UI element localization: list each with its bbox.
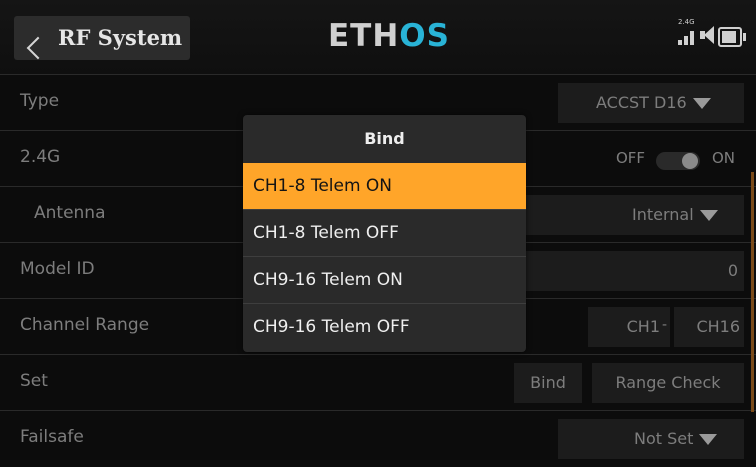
band-toggle[interactable]: [656, 152, 700, 170]
back-button[interactable]: RF System: [14, 16, 190, 60]
band-label: 2.4G: [678, 18, 695, 26]
failsafe-row: Failsafe Not Set: [0, 410, 756, 467]
model-id-label: Model ID: [20, 259, 95, 279]
triangle-down-icon: [699, 210, 718, 221]
scrollbar[interactable]: [751, 172, 754, 412]
range-check-button[interactable]: Range Check: [592, 363, 744, 403]
failsafe-value: Not Set: [634, 429, 694, 448]
channel-range-label: Channel Range: [20, 315, 150, 335]
toggle-off-label: OFF: [616, 149, 646, 167]
type-value: ACCST D16: [596, 93, 687, 112]
antenna-value: Internal: [632, 205, 694, 224]
failsafe-dropdown[interactable]: Not Set: [558, 419, 744, 459]
failsafe-label: Failsafe: [20, 427, 84, 447]
bind-button-label: Bind: [530, 373, 566, 392]
range-check-label: Range Check: [615, 373, 721, 392]
bind-dialog: Bind CH1-8 Telem ON CH1-8 Telem OFF CH9-…: [243, 115, 526, 352]
status-icons: 2.4G: [678, 18, 746, 54]
channel-start-value: CH1: [626, 317, 660, 336]
type-label: Type: [20, 91, 60, 111]
antenna-dropdown[interactable]: Internal: [526, 195, 744, 235]
model-id-field[interactable]: 0: [526, 251, 744, 291]
antenna-label: Antenna: [34, 203, 106, 223]
bind-option-ch1-8-telem-on[interactable]: CH1-8 Telem ON: [243, 163, 526, 209]
chevron-left-icon: [26, 36, 50, 60]
logo-text-accent: OS: [399, 18, 450, 54]
set-row: Set Bind Range Check: [0, 354, 756, 411]
logo-text-main: ETH: [328, 18, 400, 54]
battery-icon: [718, 27, 746, 47]
dialog-title: Bind: [364, 129, 405, 148]
set-label: Set: [20, 371, 48, 391]
ethos-logo: ETHOS: [328, 18, 450, 54]
channel-start-field[interactable]: CH1: [588, 307, 670, 347]
bind-option-ch9-16-telem-on[interactable]: CH9-16 Telem ON: [243, 256, 526, 302]
top-bar: RF System ETHOS 2.4G: [0, 0, 756, 74]
toggle-knob: [682, 153, 698, 169]
bind-option-ch1-8-telem-off[interactable]: CH1-8 Telem OFF: [243, 209, 526, 255]
model-id-value: 0: [727, 261, 738, 280]
type-dropdown[interactable]: ACCST D16: [558, 83, 744, 123]
triangle-down-icon: [699, 434, 718, 445]
bind-button[interactable]: Bind: [514, 363, 582, 403]
channel-separator: -: [662, 317, 668, 333]
band-label: 2.4G: [20, 147, 61, 167]
page-title: RF System: [58, 25, 183, 50]
bind-option-ch9-16-telem-off[interactable]: CH9-16 Telem OFF: [243, 303, 526, 349]
channel-end-value: CH16: [696, 317, 740, 336]
triangle-down-icon: [692, 98, 711, 109]
channel-end-field[interactable]: CH16: [674, 307, 744, 347]
toggle-on-label: ON: [712, 149, 736, 167]
